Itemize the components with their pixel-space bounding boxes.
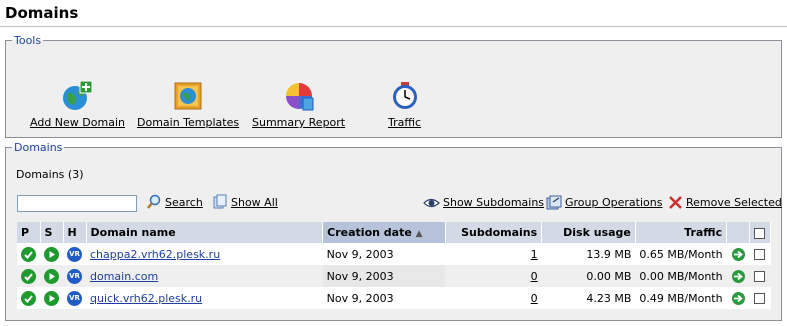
domains-table: P S H Domain name Creation date ▲ Subdom…	[17, 222, 771, 309]
hosting-badge-icon: VR	[67, 268, 82, 284]
select-all-checkbox[interactable]	[754, 227, 766, 239]
table-row: VR domain.com Nov 9, 2003 0 0.00 MB 0.00…	[17, 265, 771, 287]
go-arrow-icon[interactable]	[731, 247, 746, 262]
traffic-button[interactable]: Traffic	[388, 80, 421, 129]
traffic-cell: 0.00 MB/Month	[635, 265, 727, 287]
show-all-label: Show All	[231, 195, 278, 209]
col-disk-usage-label: Disk usage	[563, 226, 631, 239]
title-divider	[0, 26, 787, 27]
domain-name-link[interactable]: quick.vrh62.plesk.ru	[90, 292, 202, 305]
eye-icon	[423, 198, 440, 207]
col-p: P	[17, 222, 41, 243]
search-button[interactable]: Search	[146, 194, 203, 210]
summary-report-button[interactable]: Summary Report	[252, 80, 345, 129]
traffic-label: Traffic	[388, 116, 422, 129]
disk-usage-cell: 13.9 MB	[541, 243, 636, 265]
col-select-all[interactable]	[749, 222, 771, 243]
domain-templates-label: Domain Templates	[137, 116, 240, 129]
go-arrow-icon[interactable]	[731, 269, 746, 284]
hosting-type: VR	[63, 265, 86, 287]
go-arrow-icon[interactable]	[731, 291, 746, 306]
service-status	[40, 243, 63, 265]
page-title: Domains	[5, 4, 79, 22]
pie-chart-icon	[285, 83, 314, 111]
domains-legend: Domains	[14, 141, 63, 154]
row-select-checkbox[interactable]	[753, 293, 765, 304]
traffic-clock-icon	[392, 82, 417, 109]
show-subdomains-button[interactable]: Show Subdomains	[423, 196, 544, 209]
creation-date-cell: Nov 9, 2003	[322, 265, 446, 287]
domain-templates-button[interactable]: Domain Templates	[137, 80, 239, 129]
problem-status	[17, 243, 40, 265]
hosting-type: VR	[63, 243, 86, 265]
disk-usage-cell: 4.23 MB	[541, 287, 636, 309]
service-status	[40, 287, 63, 309]
service-status	[40, 265, 63, 287]
check-status-icon	[21, 268, 36, 284]
problem-status	[17, 287, 40, 309]
col-action	[726, 222, 751, 243]
subdomains-count-link[interactable]: 1	[531, 248, 538, 261]
subdomains-count-link[interactable]: 0	[531, 270, 538, 283]
play-status-icon	[44, 268, 59, 284]
tools-legend: Tools	[14, 34, 42, 47]
row-select-checkbox[interactable]	[753, 271, 765, 282]
table-row: VR quick.vrh62.plesk.ru Nov 9, 2003 0 4.…	[17, 287, 771, 309]
group-operations-label: Group Operations	[565, 196, 663, 209]
disk-usage-cell: 0.00 MB	[541, 265, 636, 287]
creation-date-cell: Nov 9, 2003	[322, 287, 446, 309]
remove-selected-button[interactable]: Remove Selected	[668, 195, 782, 210]
col-h: H	[63, 222, 87, 243]
col-traffic-label: Traffic	[684, 226, 723, 239]
add-domain-icon	[63, 80, 93, 110]
search-label: Search	[165, 195, 203, 209]
play-status-icon	[44, 246, 59, 262]
col-s: S	[40, 222, 64, 243]
add-new-domain-button[interactable]: Add New Domain	[30, 80, 125, 129]
col-disk-usage[interactable]: Disk usage	[541, 222, 636, 243]
group-operations-icon	[546, 195, 562, 210]
traffic-cell: 0.65 MB/Month	[635, 243, 727, 265]
check-status-icon	[21, 290, 36, 306]
show-all-button[interactable]: Show All	[212, 194, 278, 210]
play-status-icon	[44, 290, 59, 306]
creation-date-cell: Nov 9, 2003	[322, 243, 446, 265]
traffic-cell: 0.49 MB/Month	[635, 287, 727, 309]
col-domain-name-label: Domain name	[90, 226, 176, 239]
domain-name-link[interactable]: chappa2.vrh62.plesk.ru	[90, 248, 220, 261]
sort-ascending-icon: ▲	[415, 229, 423, 239]
summary-report-label: Summary Report	[252, 116, 346, 129]
col-creation-date[interactable]: Creation date ▲	[322, 222, 446, 243]
hosting-badge-icon: VR	[67, 290, 82, 306]
show-subdomains-label: Show Subdomains	[443, 196, 545, 209]
table-header-row: P S H Domain name Creation date ▲ Subdom…	[17, 222, 771, 243]
show-all-icon	[213, 194, 227, 209]
table-row: VR chappa2.vrh62.plesk.ru Nov 9, 2003 1 …	[17, 243, 771, 265]
remove-selected-label: Remove Selected	[686, 196, 782, 209]
col-creation-date-label: Creation date	[327, 226, 412, 239]
col-domain-name[interactable]: Domain name	[86, 222, 324, 243]
problem-status	[17, 265, 40, 287]
col-subdomains[interactable]: Subdomains	[445, 222, 543, 243]
tools-panel: Tools Add New Domain Domain Templates Su…	[5, 34, 782, 138]
domain-templates-icon	[174, 82, 202, 110]
col-subdomains-label: Subdomains	[461, 226, 538, 239]
check-status-icon	[21, 246, 36, 262]
search-icon	[147, 194, 161, 209]
hosting-badge-icon: VR	[67, 246, 82, 262]
subdomains-count-link[interactable]: 0	[531, 292, 538, 305]
remove-x-icon	[669, 196, 682, 209]
hosting-type: VR	[63, 287, 86, 309]
group-operations-button[interactable]: Group Operations	[546, 195, 662, 210]
add-new-domain-label: Add New Domain	[30, 116, 125, 129]
row-select-checkbox[interactable]	[753, 249, 765, 260]
domains-count: Domains (3)	[16, 168, 84, 181]
search-input[interactable]	[17, 195, 137, 212]
col-traffic[interactable]: Traffic	[635, 222, 728, 243]
domain-name-link[interactable]: domain.com	[90, 270, 158, 283]
